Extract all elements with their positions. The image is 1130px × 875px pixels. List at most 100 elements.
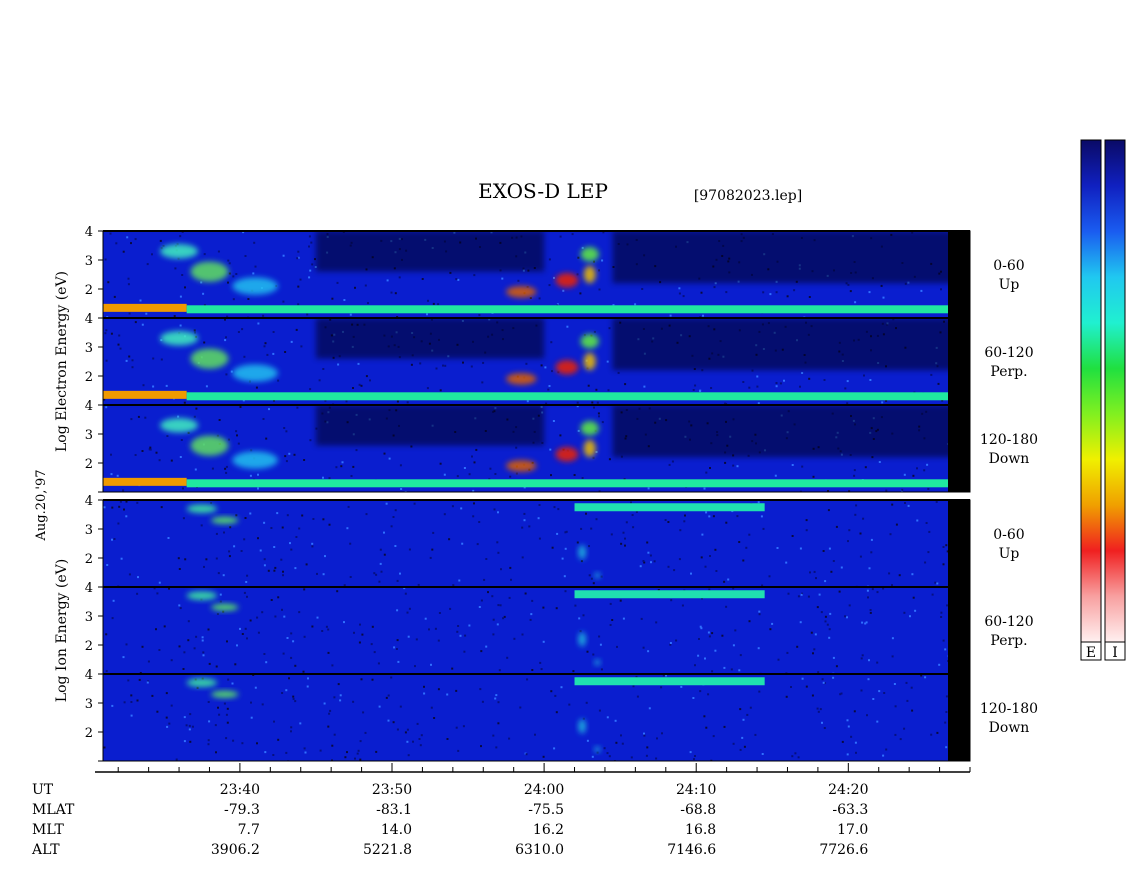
angle-range-label: 120-180 [980,432,1038,448]
electron-feature-9 [315,318,545,359]
angle-range-label: 60-120 [984,345,1033,361]
figure-title: EXOS-D LEP [478,179,608,203]
electron-feature-0 [103,390,187,399]
electron-feature-0 [103,477,187,486]
electron-feature-2 [160,418,199,433]
electron-feature-6 [555,447,579,462]
x-tick-label: 24:00 [524,782,564,798]
electron-feature-7 [580,246,599,262]
electron-feature-9 [315,405,545,446]
y-tick-label: 4 [85,494,93,509]
angle-range-label: 120-180 [980,701,1038,717]
ion-panel-60-120: 2 3 4 60-120 Perp. [85,581,1034,675]
electron-feature-4 [232,277,278,295]
orbit-row-label: MLT [32,822,64,838]
electron-feature-7 [580,333,599,349]
ion-feature-0 [186,678,218,688]
orbit-value: -63.3 [832,802,868,818]
direction-label: Up [999,277,1020,293]
colorbars: EI [1080,139,1126,661]
ion-feature-3 [578,631,586,647]
x-tick-label: 23:50 [372,782,412,798]
ion-feature-1 [210,690,239,698]
electron-feature-1 [186,305,948,314]
panel-background [103,500,948,587]
electron-feature-5 [506,460,537,472]
direction-label: Perp. [990,364,1027,380]
ion-feature-3 [578,544,586,560]
no-data-column [948,318,970,405]
y-tick-label: 3 [85,254,93,269]
time-axis: 23:40 23:50 24:00 24:10 24:20 [95,763,971,798]
ion-feature-4 [594,746,601,753]
electron-panel-60-120: 2 3 4 60-120 Perp. [85,312,1034,406]
angle-range-label: 0-60 [993,258,1024,274]
ion-feature-2 [574,590,765,599]
electron-feature-10 [612,405,948,458]
panel-stack: 2 3 4 0-60 Up 2 3 4 60-120 Perp. 2 3 4 120-180 Down 2 3 4… [85,225,1038,762]
ion-y-axis-label: Log Ion Energy (eV) [54,559,70,702]
no-data-column [948,500,970,587]
ion-feature-1 [210,516,239,524]
no-data-column [948,405,970,492]
orbit-value: 16.8 [685,822,716,838]
orbit-value: 6310.0 [515,842,564,858]
electron-feature-9 [315,231,545,272]
orbit-table: UT MLAT MLT ALT -79.3 -83.1 -75.5 -68.8 -63.3 7.7… [31,782,868,858]
orbit-value: 17.0 [837,822,868,838]
y-tick-label: 3 [85,428,93,443]
y-tick-label: 4 [85,581,93,596]
y-tick-label: 2 [85,457,93,472]
electron-feature-4 [232,451,278,469]
electron-feature-5 [506,373,537,385]
y-tick-label: 2 [85,639,93,654]
electron-feature-2 [160,331,199,346]
electron-feature-5 [506,286,537,298]
electron-feature-6 [555,273,579,288]
orbit-value: 5221.8 [363,842,412,858]
electron-feature-3 [190,435,229,456]
ion-feature-3 [578,718,586,734]
ion-panel-120-180: 2 3 4 120-180 Down [85,668,1038,762]
orbit-value: 7146.6 [667,842,716,858]
ion-feature-0 [186,591,218,601]
colorbar-E [1080,139,1102,643]
orbit-value: 3906.2 [211,842,260,858]
y-tick-label: 3 [85,610,93,625]
orbit-value: -68.8 [680,802,716,818]
ion-feature-1 [210,603,239,611]
ion-feature-2 [574,503,765,512]
electron-feature-1 [186,392,948,401]
angle-range-label: 0-60 [993,527,1024,543]
colorbar-label: I [1112,645,1118,661]
no-data-column [948,587,970,674]
ion-feature-0 [186,504,218,514]
electron-panel-120-180: 2 3 4 120-180 Down [85,399,1038,493]
file-name: [97082023.lep] [694,188,802,204]
y-tick-label: 3 [85,523,93,538]
direction-label: Down [989,451,1030,467]
ion-panel-0-60: 2 3 4 0-60 Up [85,494,1025,588]
direction-label: Perp. [990,633,1027,649]
ion-feature-4 [594,659,601,666]
electron-feature-0 [103,303,187,312]
direction-label: Down [989,720,1030,736]
colorbar-label: E [1086,645,1096,661]
panel-background [103,674,948,761]
orbit-value: 7.7 [238,822,260,838]
electron-feature-10 [612,318,948,371]
y-tick-label: 2 [85,283,93,298]
electron-feature-6 [555,360,579,375]
orbit-row-label: UT [32,782,54,798]
electron-feature-7 [580,420,599,436]
no-data-column [948,231,970,318]
y-tick-label: 4 [85,225,93,240]
orbit-value: -75.5 [528,802,564,818]
electron-feature-8 [583,352,596,371]
electron-feature-2 [160,244,199,259]
y-tick-label: 4 [85,399,93,414]
orbit-value: 14.0 [381,822,412,838]
panel-background [103,587,948,674]
electron-feature-4 [232,364,278,382]
x-tick-label: 24:20 [828,782,868,798]
